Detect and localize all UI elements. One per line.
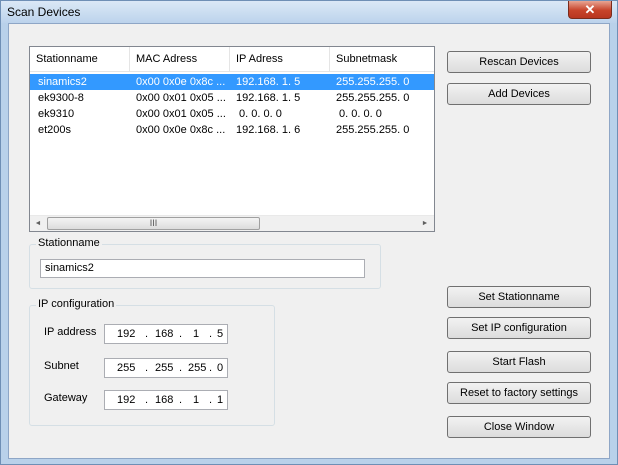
subnet-input[interactable]: 255 . 255 . 255 . 0 [104,358,228,378]
ip-octet-3: 1 [193,328,200,340]
device-row[interactable]: sinamics2 0x00 0x0e 0x8c ... 192.168. 1.… [30,74,434,90]
column-header-mac-address[interactable]: MAC Adress [130,47,230,71]
octet-dot: . [209,362,213,374]
device-mac: 0x00 0x01 0x05 ... [136,92,226,104]
title-bar[interactable]: Scan Devices ✕ [1,1,617,23]
gateway-octet-1: 192 [117,394,136,406]
device-subnet: 0. 0. 0. 0 [336,108,382,120]
device-list[interactable]: Stationname MAC Adress IP Adress Subnetm… [29,46,435,232]
set-stationname-button[interactable]: Set Stationname [447,286,591,308]
reset-factory-settings-button[interactable]: Reset to factory settings [447,382,591,404]
horizontal-scrollbar[interactable]: ◄ III ► [30,215,434,231]
gateway-input[interactable]: 192 . 168 . 1 . 1 [104,390,228,410]
device-ip: 192.168. 1. 5 [236,76,301,88]
scroll-right-button[interactable]: ► [417,216,433,231]
octet-dot: . [145,394,149,406]
device-mac: 0x00 0x0e 0x8c ... [136,76,226,88]
grip-icon: III [149,218,158,228]
subnet-octet-3: 255 [188,362,207,374]
window-title: Scan Devices [7,5,81,19]
scroll-left-button[interactable]: ◄ [30,216,46,231]
device-row[interactable]: et200s 0x00 0x0e 0x8c ... 192.168. 1. 6 … [30,122,434,138]
device-subnet: 255.255.255. 0 [336,76,410,88]
gateway-octet-3: 1 [193,394,200,406]
octet-dot: . [179,394,183,406]
ip-configuration-group-label: IP configuration [36,298,117,310]
octet-dot: . [209,328,213,340]
scan-devices-window: Scan Devices ✕ Stationname MAC Adress IP… [0,0,618,465]
subnet-label: Subnet [44,360,79,372]
subnet-octet-4: 0 [217,362,224,374]
stationname-group: Stationname sinamics2 [29,237,381,289]
ip-octet-1: 192 [117,328,136,340]
device-mac: 0x00 0x0e 0x8c ... [136,124,226,136]
close-window-button[interactable]: Close Window [447,416,591,438]
device-subnet: 255.255.255. 0 [336,124,410,136]
device-row[interactable]: ek9300-8 0x00 0x01 0x05 ... 192.168. 1. … [30,90,434,106]
ip-configuration-group: IP configuration IP address 192 . 168 . … [29,298,275,426]
device-stationname: ek9300-8 [38,92,84,104]
device-subnet: 255.255.255. 0 [336,92,410,104]
scroll-thumb[interactable]: III [47,217,260,230]
device-ip: 192.168. 1. 5 [236,92,301,104]
device-ip: 0. 0. 0. 0 [236,108,282,120]
octet-dot: . [179,328,183,340]
arrow-right-icon: ► [421,220,429,227]
column-header-stationname[interactable]: Stationname [30,47,130,71]
subnet-octet-2: 255 [155,362,174,374]
ip-address-label: IP address [44,326,97,338]
subnet-octet-1: 255 [117,362,136,374]
device-list-header: Stationname MAC Adress IP Adress Subnetm… [30,47,434,72]
column-header-subnetmask[interactable]: Subnetmask [330,47,434,71]
device-stationname: ek9310 [38,108,75,120]
set-ip-configuration-button[interactable]: Set IP configuration [447,317,591,339]
ip-octet-4: 5 [217,328,224,340]
gateway-octet-2: 168 [155,394,174,406]
ip-address-input[interactable]: 192 . 168 . 1 . 5 [104,324,228,344]
octet-dot: . [209,394,213,406]
add-devices-button[interactable]: Add Devices [447,83,591,105]
gateway-octet-4: 1 [217,394,224,406]
gateway-label: Gateway [44,392,88,404]
column-header-ip-address[interactable]: IP Adress [230,47,330,71]
octet-dot: . [145,362,149,374]
dialog-client-area: Stationname MAC Adress IP Adress Subnetm… [8,23,610,459]
rescan-devices-button[interactable]: Rescan Devices [447,51,591,73]
stationname-input[interactable]: sinamics2 [40,259,365,278]
device-ip: 192.168. 1. 6 [236,124,301,136]
device-stationname: sinamics2 [38,76,87,88]
device-mac: 0x00 0x01 0x05 ... [136,108,226,120]
device-row[interactable]: ek9310 0x00 0x01 0x05 ... 0. 0. 0. 0 0. … [30,106,434,122]
window-close-button[interactable]: ✕ [568,1,612,19]
ip-octet-2: 168 [155,328,174,340]
octet-dot: . [179,362,183,374]
start-flash-button[interactable]: Start Flash [447,351,591,373]
arrow-left-icon: ◄ [34,220,42,227]
stationname-group-label: Stationname [36,237,102,249]
close-icon: ✕ [584,1,596,17]
octet-dot: . [145,328,149,340]
device-stationname: et200s [38,124,72,136]
